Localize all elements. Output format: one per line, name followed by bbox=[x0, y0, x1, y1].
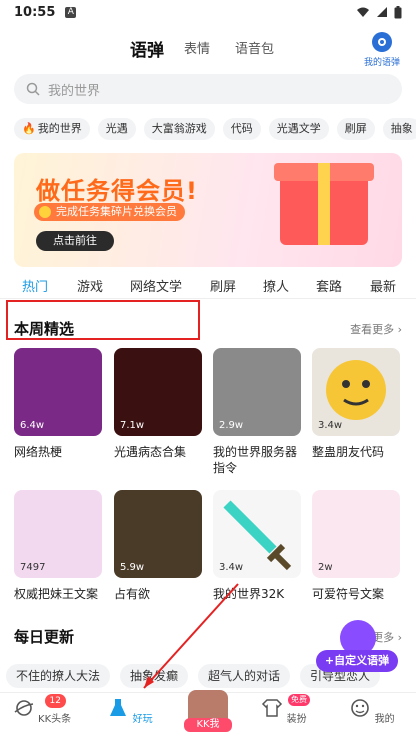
search-placeholder: 我的世界 bbox=[48, 83, 101, 99]
card-thumbnail: 6.4w bbox=[14, 348, 102, 436]
tag-item[interactable]: 抽象 bbox=[382, 118, 416, 140]
nav-dressup[interactable]: 装扮 免费 bbox=[254, 694, 314, 725]
card-thumbnail: 5.9w bbox=[114, 490, 202, 578]
banner-go-button[interactable]: 点击前往 bbox=[36, 231, 114, 251]
card-title: 整蛊朋友代码 bbox=[312, 445, 385, 459]
daily-pill[interactable]: 超气人的对话 bbox=[198, 664, 291, 688]
cat-tab[interactable]: 撩人 bbox=[263, 276, 289, 295]
cat-tab[interactable]: 游戏 bbox=[77, 276, 103, 295]
card[interactable]: 7.1w 光遇病态合集 bbox=[114, 348, 202, 460]
shirt-icon bbox=[262, 699, 283, 717]
nav-label: 我的 bbox=[374, 714, 395, 725]
my-yudan-label: 我的语弹 bbox=[363, 58, 400, 68]
status-bar: 10:55 A bbox=[0, 0, 416, 24]
card-title: 可爱符号文案 bbox=[312, 587, 385, 601]
gift-box-icon bbox=[274, 163, 374, 245]
free-badge: 免费 bbox=[288, 694, 310, 706]
card[interactable]: 2.9w 我的世界服务器指令 bbox=[213, 348, 301, 476]
hot-tags: 🔥我的世界 光遇 大富翁游戏 代码 光遇文学 刷屏 抽象 趣味 bbox=[14, 118, 416, 140]
card-thumbnail: 7.1w bbox=[114, 348, 202, 436]
tab-biaoqing[interactable]: 表情 bbox=[184, 38, 210, 57]
category-tabs: 热门 游戏 网络文学 刷屏 撩人 套路 最新 bbox=[0, 273, 416, 298]
nav-fun[interactable]: 好玩 bbox=[100, 697, 160, 725]
card-title: 网络热梗 bbox=[14, 445, 63, 459]
card-title: 我的世界32K bbox=[213, 587, 285, 601]
tag-item[interactable]: 光遇文学 bbox=[268, 118, 329, 140]
tag-item[interactable]: 代码 bbox=[222, 118, 261, 140]
promo-banner[interactable]: 做任务得会员! 完成任务集碎片兑换会员 点击前往 bbox=[14, 153, 402, 267]
daily-pill[interactable]: 不住的撩人大法 bbox=[6, 664, 111, 688]
card-title: 占有欲 bbox=[114, 587, 151, 601]
signal-icon bbox=[377, 7, 387, 17]
nav-label: KK我 bbox=[184, 718, 232, 732]
tag-item[interactable]: 🔥 我的世界 bbox=[14, 118, 90, 140]
card-count: 3.4w bbox=[219, 562, 244, 573]
daily-pill[interactable]: 抽象发癫 bbox=[120, 664, 189, 688]
nav-label: 好玩 bbox=[132, 714, 153, 725]
custom-yudan-button[interactable]: +自定义语弹 bbox=[316, 650, 398, 672]
tab-yuyinbao[interactable]: 语音包 bbox=[235, 38, 274, 57]
nav-label: KK头条 bbox=[38, 714, 72, 725]
card[interactable]: 7497 权威把妹王文案 bbox=[14, 490, 102, 602]
card-thumbnail: 3.4w bbox=[312, 348, 400, 436]
wifi-icon bbox=[357, 7, 369, 17]
card-count: 5.9w bbox=[120, 562, 145, 573]
card[interactable]: 3.4w 整蛊朋友代码 bbox=[312, 348, 400, 460]
my-yudan-button[interactable]: 我的语弹 bbox=[360, 32, 404, 68]
weekly-header: 本周精选 查看更多 › bbox=[14, 318, 402, 340]
card[interactable]: 3.4w 我的世界32K bbox=[213, 490, 301, 602]
card-count: 2w bbox=[318, 562, 333, 573]
banner-subtitle: 完成任务集碎片兑换会员 bbox=[34, 203, 185, 221]
card[interactable]: 2w 可爱符号文案 bbox=[312, 490, 400, 602]
planet-icon bbox=[14, 700, 33, 716]
nav-mine[interactable]: 我的 bbox=[342, 697, 402, 725]
card[interactable]: 5.9w 占有欲 bbox=[114, 490, 202, 602]
card-count: 7.1w bbox=[120, 420, 145, 431]
battery-icon bbox=[394, 5, 402, 18]
card-thumbnail: 3.4w bbox=[213, 490, 301, 578]
unread-badge: 12 bbox=[44, 694, 66, 708]
see-more-link[interactable]: 查看更多 › bbox=[350, 321, 402, 337]
cat-tab[interactable]: 最新 bbox=[370, 276, 396, 295]
banner-title: 做任务得会员! bbox=[36, 177, 198, 205]
card-title: 我的世界服务器指令 bbox=[213, 445, 298, 475]
search-icon bbox=[26, 82, 40, 96]
smiley-icon bbox=[351, 699, 370, 717]
search-input[interactable]: 我的世界 bbox=[14, 74, 402, 104]
tag-item[interactable]: 大富翁游戏 bbox=[143, 118, 215, 140]
top-tabs: 语弹 表情 语音包 我的语弹 bbox=[0, 30, 416, 70]
card-title: 光遇病态合集 bbox=[114, 445, 187, 459]
card-count: 2.9w bbox=[219, 420, 244, 431]
card-count: 3.4w bbox=[318, 420, 343, 431]
card-thumbnail: 2w bbox=[312, 490, 400, 578]
tag-item[interactable]: 刷屏 bbox=[336, 118, 375, 140]
card-title: 权威把妹王文案 bbox=[14, 587, 99, 601]
card-thumbnail: 7497 bbox=[14, 490, 102, 578]
status-time: 10:55 bbox=[14, 4, 56, 20]
cat-tab[interactable]: 热门 bbox=[15, 273, 61, 297]
nav-headlines[interactable]: KK头条 12 bbox=[12, 694, 72, 725]
card-count: 6.4w bbox=[20, 420, 45, 431]
section-title: 每日更新 bbox=[14, 628, 75, 646]
card-thumbnail: 2.9w bbox=[213, 348, 301, 436]
card[interactable]: 6.4w 网络热梗 bbox=[14, 348, 102, 460]
cat-tab[interactable]: 网络文学 bbox=[130, 276, 182, 295]
flask-icon bbox=[110, 699, 127, 716]
nav-kk-avatar[interactable]: KK我 bbox=[180, 690, 236, 734]
nav-label: 装扮 bbox=[286, 714, 307, 725]
notification-icon: A bbox=[65, 6, 77, 18]
tab-yudan[interactable]: 语弹 bbox=[130, 36, 164, 63]
card-count: 7497 bbox=[20, 562, 46, 573]
section-title: 本周精选 bbox=[14, 320, 75, 338]
cat-tab[interactable]: 刷屏 bbox=[210, 276, 236, 295]
tag-item[interactable]: 光遇 bbox=[97, 118, 136, 140]
my-yudan-icon bbox=[372, 32, 392, 52]
cat-tab[interactable]: 套路 bbox=[316, 276, 342, 295]
divider bbox=[0, 298, 416, 299]
fire-icon: 🔥 bbox=[22, 122, 36, 135]
